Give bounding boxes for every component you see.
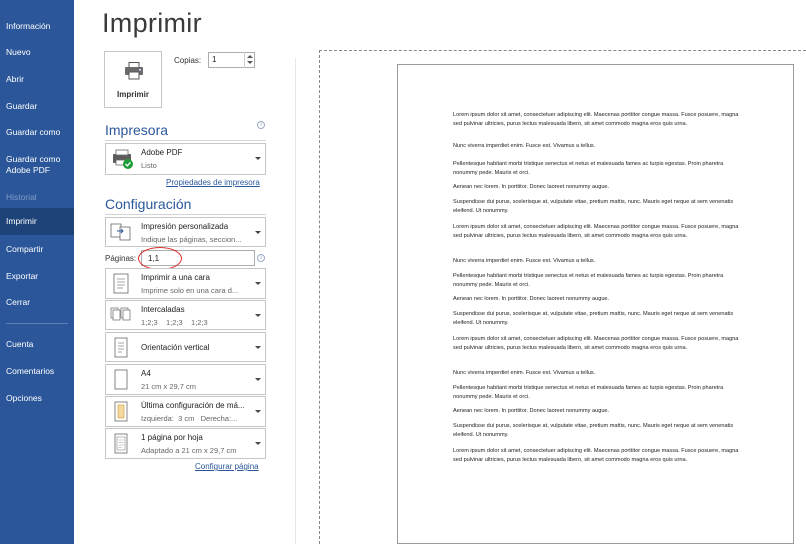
collation-title: Intercaladas	[141, 305, 185, 314]
collation-dropdown[interactable]: Intercaladas 1;2;3 1;2;3 1;2;3	[105, 300, 266, 330]
nav-guardar[interactable]: Guardar	[0, 101, 74, 112]
orientation-dropdown[interactable]: Orientación vertical	[105, 332, 266, 362]
margins-subtitle: Izquierda: 3 cm Derecha:...	[141, 414, 238, 423]
preview-paragraph: Aenean nec lorem. In porttitor. Donec la…	[453, 408, 610, 414]
margins-icon	[114, 401, 128, 422]
preview-paragraph: Lorem ipsum dolor sit amet, consectetuer…	[453, 112, 739, 127]
nav-exportar[interactable]: Exportar	[0, 271, 74, 282]
nav-cuenta[interactable]: Cuenta	[0, 339, 74, 350]
print-button-label: Imprimir	[116, 90, 149, 99]
chevron-down-icon	[255, 378, 261, 381]
copies-spinner[interactable]	[244, 52, 255, 68]
preview-paragraph: Pellentesque habitant morbi tristique se…	[453, 161, 724, 176]
chevron-down-icon	[255, 231, 261, 234]
print-range-subtitle: Indique las páginas, seccion...	[141, 235, 242, 244]
nav-abrir[interactable]: Abrir	[0, 74, 74, 85]
nav-compartir[interactable]: Compartir	[0, 244, 74, 255]
preview-paragraph: Suspendisse dui purus, scelerisque at, v…	[453, 199, 734, 214]
pages-per-sheet-title: 1 página por hoja	[141, 433, 203, 442]
preview-paragraph: Lorem ipsum dolor sit amet, consectetuer…	[453, 336, 739, 351]
nav-nuevo[interactable]: Nuevo	[0, 47, 74, 58]
portrait-icon	[114, 337, 128, 358]
pages-per-sheet-subtitle: Adaptado a 21 cm x 29,7 cm	[141, 446, 237, 455]
printer-ready-icon	[113, 149, 133, 169]
backstage-sidebar: Información Nuevo Abrir Guardar Guardar …	[0, 0, 74, 544]
chevron-down-icon	[255, 346, 261, 349]
orientation-title: Orientación vertical	[141, 343, 210, 352]
nav-imprimir[interactable]: Imprimir	[0, 208, 74, 235]
panel-divider	[295, 58, 296, 544]
print-range-dropdown[interactable]: Impresión personalizada Indique las pági…	[105, 217, 266, 247]
spin-up-icon[interactable]	[247, 55, 253, 58]
nav-historial: Historial	[6, 192, 37, 202]
sides-subtitle: Imprime solo en una cara d...	[141, 286, 239, 295]
collation-subtitle: 1;2;3 1;2;3 1;2;3	[141, 318, 208, 327]
nav-cerrar[interactable]: Cerrar	[0, 297, 74, 308]
sides-dropdown[interactable]: Imprimir a una cara Imprime solo en una …	[105, 268, 266, 299]
chevron-down-icon	[255, 442, 261, 445]
preview-paragraph: Suspendisse dui purus, scelerisque at, v…	[453, 311, 734, 326]
printer-status: Listo	[141, 161, 157, 170]
pages-per-sheet-dropdown[interactable]: 1 página por hoja Adaptado a 21 cm x 29,…	[105, 428, 266, 459]
preview-paragraph: Lorem ipsum dolor sit amet, consectetuer…	[453, 448, 739, 463]
preview-paragraph: Nunc viverra imperdiet enim. Fusce est. …	[453, 370, 596, 376]
preview-paragraph: Aenean nec lorem. In porttitor. Donec la…	[453, 296, 610, 302]
nav-guardar-como-adobe-pdf[interactable]: Guardar como Adobe PDF	[0, 154, 66, 176]
custom-pages-icon	[110, 223, 131, 241]
chevron-down-icon	[255, 282, 261, 285]
printer-icon	[125, 62, 143, 80]
chevron-down-icon	[255, 157, 261, 160]
sides-title: Imprimir a una cara	[141, 273, 210, 282]
preview-page	[397, 64, 794, 544]
preview-paragraph: Suspendisse dui purus, scelerisque at, v…	[453, 423, 734, 438]
preview-paragraph: Nunc viverra imperdiet enim. Fusce est. …	[453, 143, 596, 149]
info-icon[interactable]: i	[257, 254, 265, 262]
settings-heading-line	[105, 214, 266, 215]
preview-paragraph: Pellentesque habitant morbi tristique se…	[453, 273, 724, 288]
paper-size-dropdown[interactable]: A4 21 cm x 29,7 cm	[105, 364, 266, 395]
print-range-title: Impresión personalizada	[141, 222, 229, 231]
pages-per-sheet-icon	[114, 433, 128, 454]
spin-down-icon[interactable]	[247, 61, 253, 64]
page-setup-link[interactable]: Configurar página	[195, 462, 259, 471]
settings-heading: Configuración	[105, 196, 192, 212]
printer-dropdown[interactable]: Adobe PDF Listo	[105, 143, 266, 175]
print-button[interactable]: Imprimir	[104, 51, 162, 108]
margins-dropdown[interactable]: Última configuración de má... Izquierda:…	[105, 396, 266, 427]
nav-opciones[interactable]: Opciones	[0, 393, 74, 404]
paper-size-title: A4	[141, 369, 151, 378]
margins-title: Última configuración de má...	[141, 401, 245, 410]
paper-size-subtitle: 21 cm x 29,7 cm	[141, 382, 197, 391]
preview-paragraph: Aenean nec lorem. In porttitor. Donec la…	[453, 184, 610, 190]
page-title: Imprimir	[102, 8, 202, 38]
collated-icon	[110, 307, 131, 321]
paper-size-icon	[114, 369, 128, 390]
one-sided-icon	[113, 273, 129, 294]
preview-paragraph: Lorem ipsum dolor sit amet, consectetuer…	[453, 224, 739, 239]
printer-properties-link[interactable]: Propiedades de impresora	[166, 178, 260, 187]
pages-label: Páginas:	[105, 254, 137, 263]
chevron-down-icon	[255, 314, 261, 317]
nav-informacion[interactable]: Información	[0, 21, 74, 32]
nav-separator	[6, 323, 68, 324]
pages-input[interactable]: 1,1	[141, 250, 255, 266]
copies-label: Copias:	[174, 56, 202, 65]
chevron-down-icon	[255, 410, 261, 413]
preview-paragraph: Nunc viverra imperdiet enim. Fusce est. …	[453, 258, 596, 264]
nav-guardar-como[interactable]: Guardar como	[0, 127, 74, 138]
nav-comentarios[interactable]: Comentarios	[0, 366, 74, 377]
preview-paragraph: Pellentesque habitant morbi tristique se…	[453, 385, 724, 400]
info-icon[interactable]: i	[257, 121, 265, 129]
printer-heading-line	[105, 140, 266, 141]
printer-name: Adobe PDF	[141, 148, 183, 157]
printer-heading: Impresora	[105, 122, 169, 138]
